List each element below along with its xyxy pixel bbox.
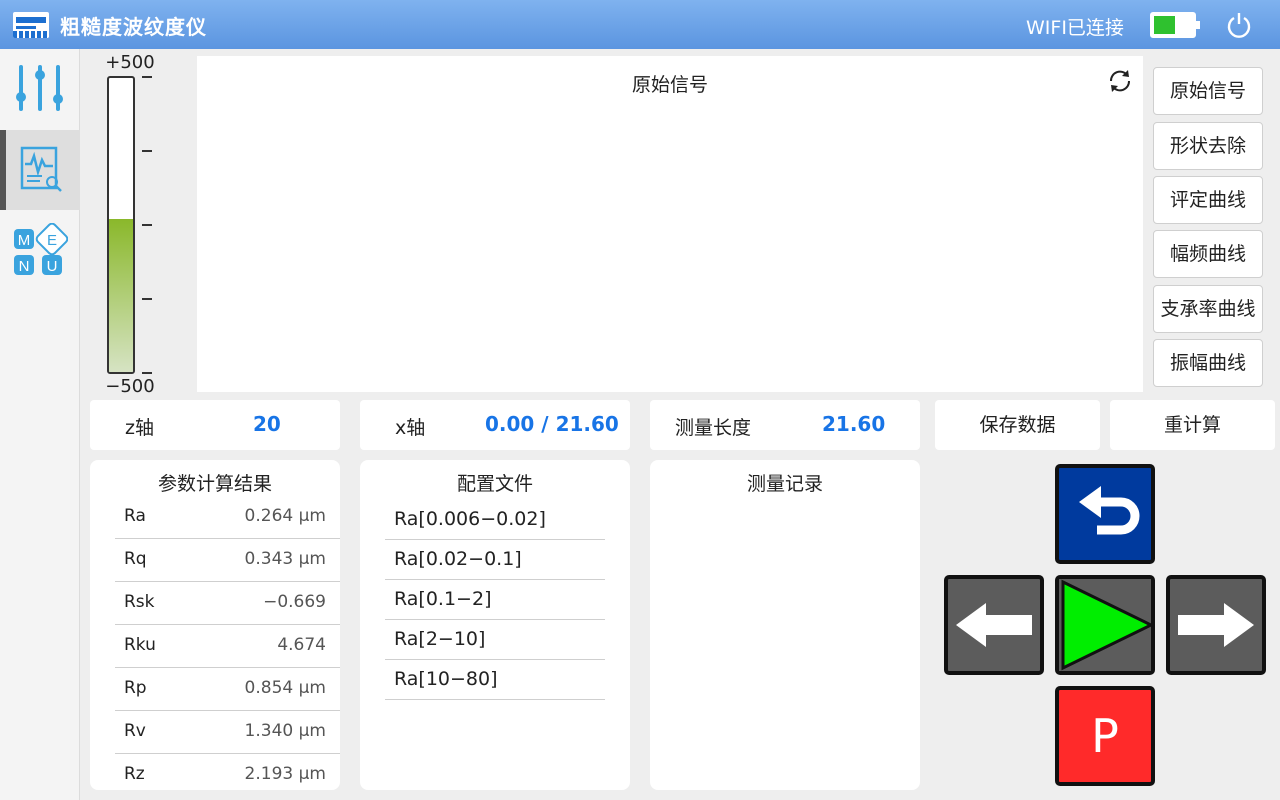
right-button[interactable] (1166, 575, 1266, 675)
back-button[interactable] (1055, 464, 1155, 564)
param-value: 1.340 μm (244, 721, 326, 741)
length-label: 测量长度 (675, 417, 752, 439)
back-icon (1079, 486, 1140, 535)
param-name: Rsk (124, 592, 155, 612)
length-value: 21.60 (822, 412, 886, 436)
btn-form-removal[interactable]: 形状去除 (1153, 122, 1263, 170)
z-axis-label: z轴 (125, 417, 154, 439)
param-name: Rv (124, 721, 146, 741)
length-box: 测量长度 21.60 (650, 400, 920, 450)
z-gauge (107, 76, 135, 374)
left-arrow-icon (956, 603, 1032, 647)
btn-evaluation-curve[interactable]: 评定曲线 (1153, 176, 1263, 224)
signal-chart: 原始信号 (197, 56, 1143, 392)
wifi-status: WIFI已连接 (1026, 17, 1124, 39)
gauge-tick (142, 76, 152, 78)
btn-amplitude-frequency-curve[interactable]: 幅频曲线 (1153, 230, 1263, 278)
param-value: 0.854 μm (244, 678, 326, 698)
param-row: Rsk −0.669 (115, 582, 340, 625)
power-icon[interactable] (1226, 12, 1252, 38)
menu-letter-n: N (19, 258, 30, 275)
waveform-report-icon (20, 146, 62, 192)
param-value: −0.669 (263, 592, 326, 612)
battery-level (1154, 16, 1175, 34)
battery-icon (1150, 12, 1200, 38)
sidebar: M E N U (0, 49, 80, 800)
param-name: Rq (124, 549, 147, 569)
results-title: 参数计算结果 (157, 473, 272, 495)
records-title: 测量记录 (746, 473, 823, 495)
param-name: Ra (124, 506, 146, 526)
z-axis-box: z轴 20 (90, 400, 340, 450)
btn-raw-signal[interactable]: 原始信号 (1153, 67, 1263, 115)
x-axis-value: 0.00 / 21.60 (485, 412, 619, 436)
param-value: 0.343 μm (244, 549, 326, 569)
right-arrow-icon (1178, 603, 1254, 647)
config-title: 配置文件 (456, 473, 533, 495)
gauge-tick (142, 372, 152, 374)
param-row: Rp 0.854 μm (115, 668, 340, 711)
config-panel: 配置文件 Ra[0.006−0.02] Ra[0.02−0.1] Ra[0.1−… (360, 460, 630, 790)
sidebar-item-settings[interactable] (0, 49, 80, 129)
gauge-tick (142, 298, 152, 300)
recalculate-button[interactable]: 重计算 (1110, 400, 1275, 450)
gauge-tick (142, 224, 152, 226)
sidebar-item-measure[interactable] (0, 130, 80, 210)
param-value: 2.193 μm (244, 764, 326, 784)
sidebar-item-menu[interactable]: M E N U (0, 211, 80, 291)
save-data-button[interactable]: 保存数据 (935, 400, 1100, 450)
config-item[interactable]: Ra[0.1−2] (385, 580, 605, 620)
app-logo-icon (13, 12, 49, 38)
param-value: 4.674 (277, 635, 326, 655)
param-name: Rku (124, 635, 156, 655)
param-row: Rz 2.193 μm (115, 754, 340, 797)
gauge-tick (142, 150, 152, 152)
param-row: Rq 0.343 μm (115, 539, 340, 582)
btn-amplitude-curve[interactable]: 振幅曲线 (1153, 339, 1263, 387)
results-panel: 参数计算结果 Ra 0.264 μm Rq 0.343 μm Rsk −0.66… (90, 460, 340, 790)
gauge-fill (109, 219, 133, 372)
chart-title: 原始信号 (631, 74, 708, 96)
menu-letter-u: U (47, 258, 58, 275)
x-axis-label: x轴 (395, 417, 426, 439)
x-axis-box: x轴 0.00 / 21.60 (360, 400, 630, 450)
play-button[interactable] (1055, 575, 1155, 675)
param-row: Ra 0.264 μm (115, 496, 340, 539)
btn-bearing-ratio-curve[interactable]: 支承率曲线 (1153, 285, 1263, 333)
gauge-max-label: +500 (105, 52, 155, 73)
param-name: Rp (124, 678, 147, 698)
config-item[interactable]: Ra[10−80] (385, 660, 605, 700)
refresh-icon[interactable] (1107, 68, 1133, 94)
z-axis-value: 20 (253, 412, 281, 436)
title-bar: 粗糙度波纹度仪 WIFI已连接 (0, 0, 1280, 49)
left-button[interactable] (944, 575, 1044, 675)
menu-letter-e: E (47, 232, 57, 249)
config-item[interactable]: Ra[0.02−0.1] (385, 540, 605, 580)
param-name: Rz (124, 764, 145, 784)
park-button[interactable]: P (1055, 686, 1155, 786)
param-value: 0.264 μm (244, 506, 326, 526)
param-row: Rku 4.674 (115, 625, 340, 668)
config-item[interactable]: Ra[0.006−0.02] (385, 500, 605, 540)
play-icon (1059, 579, 1151, 671)
app-title: 粗糙度波纹度仪 (60, 15, 207, 39)
menu-letters-icon: M E N U (14, 223, 68, 275)
menu-letter-m: M (18, 232, 31, 249)
park-icon: P (1091, 709, 1119, 763)
param-row: Rv 1.340 μm (115, 711, 340, 754)
config-item[interactable]: Ra[2−10] (385, 620, 605, 660)
gauge-min-label: −500 (105, 376, 155, 397)
records-panel: 测量记录 (650, 460, 920, 790)
sliders-icon (16, 65, 63, 111)
